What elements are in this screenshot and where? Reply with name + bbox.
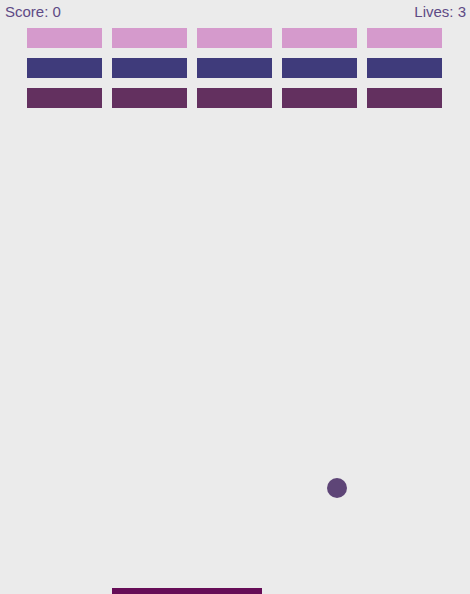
brick bbox=[282, 58, 357, 78]
brick bbox=[27, 28, 102, 48]
brick bbox=[367, 88, 442, 108]
brick bbox=[112, 58, 187, 78]
brick bbox=[197, 28, 272, 48]
brick bbox=[282, 28, 357, 48]
brick bbox=[282, 88, 357, 108]
brick bbox=[197, 88, 272, 108]
paddle[interactable] bbox=[112, 588, 262, 594]
brick bbox=[367, 28, 442, 48]
brick bbox=[112, 88, 187, 108]
score-label: Score: 0 bbox=[5, 2, 61, 22]
lives-label: Lives: 3 bbox=[414, 2, 466, 22]
hud: Score: 0 Lives: 3 bbox=[0, 0, 470, 22]
brick bbox=[112, 28, 187, 48]
brick bbox=[367, 58, 442, 78]
game-board[interactable]: Score: 0 Lives: 3 bbox=[0, 0, 470, 594]
brick bbox=[197, 58, 272, 78]
ball bbox=[327, 478, 347, 498]
brick bbox=[27, 58, 102, 78]
brick-wall bbox=[0, 28, 470, 108]
brick bbox=[27, 88, 102, 108]
